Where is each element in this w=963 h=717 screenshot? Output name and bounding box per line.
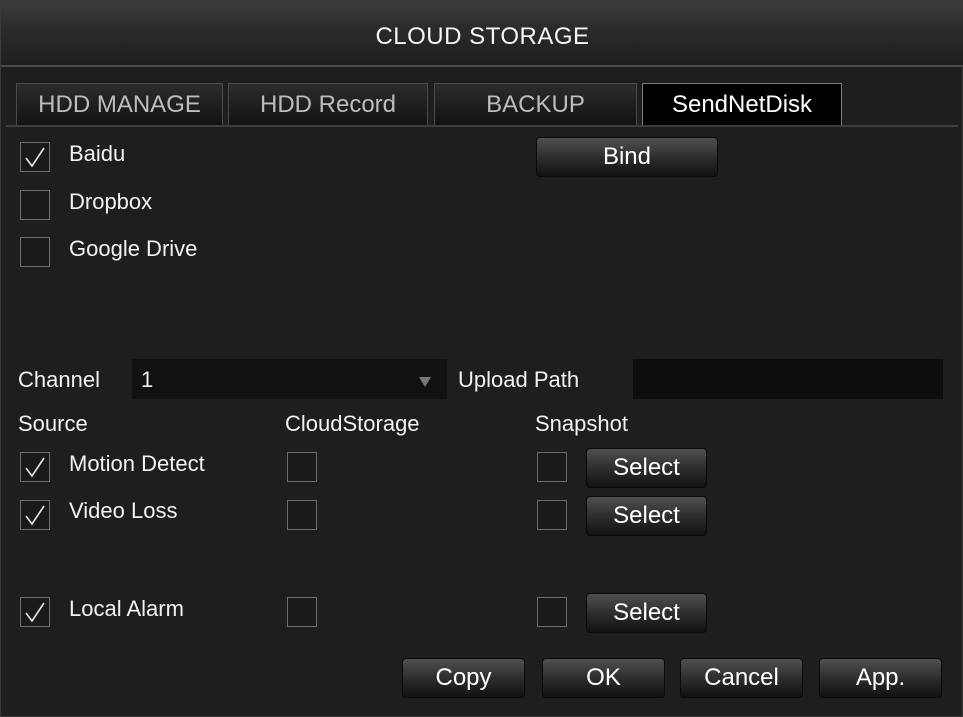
apply-button[interactable]: App. [819, 658, 942, 698]
local-alarm-select-button[interactable]: Select [586, 593, 707, 633]
channel-select[interactable]: 1 [132, 359, 447, 399]
local-alarm-cloud-checkbox[interactable] [287, 597, 317, 627]
tab-backup[interactable]: BACKUP [434, 83, 637, 125]
baidu-checkbox[interactable] [20, 142, 50, 172]
cloud-storage-window: CLOUD STORAGE HDD MANAGE HDD Record BACK… [0, 0, 963, 717]
video-loss-cloud-checkbox[interactable] [287, 500, 317, 530]
ok-button[interactable]: OK [542, 658, 665, 698]
upload-path-field[interactable] [633, 359, 943, 399]
google-drive-checkbox[interactable] [20, 237, 50, 267]
baidu-label: Baidu [69, 141, 126, 166]
bind-button[interactable]: Bind [536, 137, 718, 177]
window-title: CLOUD STORAGE [375, 23, 590, 50]
title-bar: CLOUD STORAGE [1, 1, 963, 67]
dropbox-label: Dropbox [69, 189, 153, 214]
video-loss-label: Video Loss [69, 498, 178, 523]
tab-hdd-manage[interactable]: HDD MANAGE [16, 83, 223, 125]
motion-detect-source-checkbox[interactable] [20, 452, 50, 482]
tab-divider [6, 125, 958, 127]
checkmark-icon [25, 505, 45, 526]
google-drive-label: Google Drive [69, 236, 198, 261]
motion-detect-snapshot-checkbox[interactable] [537, 452, 567, 482]
local-alarm-source-checkbox[interactable] [20, 597, 50, 627]
cloudstorage-column-header: CloudStorage [285, 411, 420, 436]
source-column-header: Source [18, 411, 88, 436]
snapshot-column-header: Snapshot [535, 411, 628, 436]
checkmark-icon [25, 147, 45, 168]
cancel-button[interactable]: Cancel [680, 658, 803, 698]
video-loss-select-button[interactable]: Select [586, 496, 707, 536]
motion-detect-label: Motion Detect [69, 451, 205, 476]
upload-path-label: Upload Path [458, 367, 580, 392]
tab-sendnetdisk[interactable]: SendNetDisk [642, 83, 842, 125]
motion-detect-select-button[interactable]: Select [586, 448, 707, 488]
dropbox-checkbox[interactable] [20, 190, 50, 220]
checkmark-icon [25, 602, 45, 623]
channel-label: Channel [18, 367, 100, 392]
local-alarm-snapshot-checkbox[interactable] [537, 597, 567, 627]
tab-hdd-record[interactable]: HDD Record [228, 83, 428, 125]
video-loss-snapshot-checkbox[interactable] [537, 500, 567, 530]
copy-button[interactable]: Copy [402, 658, 525, 698]
checkmark-icon [25, 457, 45, 478]
dropdown-arrow-icon [419, 377, 431, 387]
local-alarm-label: Local Alarm [69, 596, 184, 621]
motion-detect-cloud-checkbox[interactable] [287, 452, 317, 482]
channel-value: 1 [141, 367, 154, 392]
video-loss-source-checkbox[interactable] [20, 500, 50, 530]
